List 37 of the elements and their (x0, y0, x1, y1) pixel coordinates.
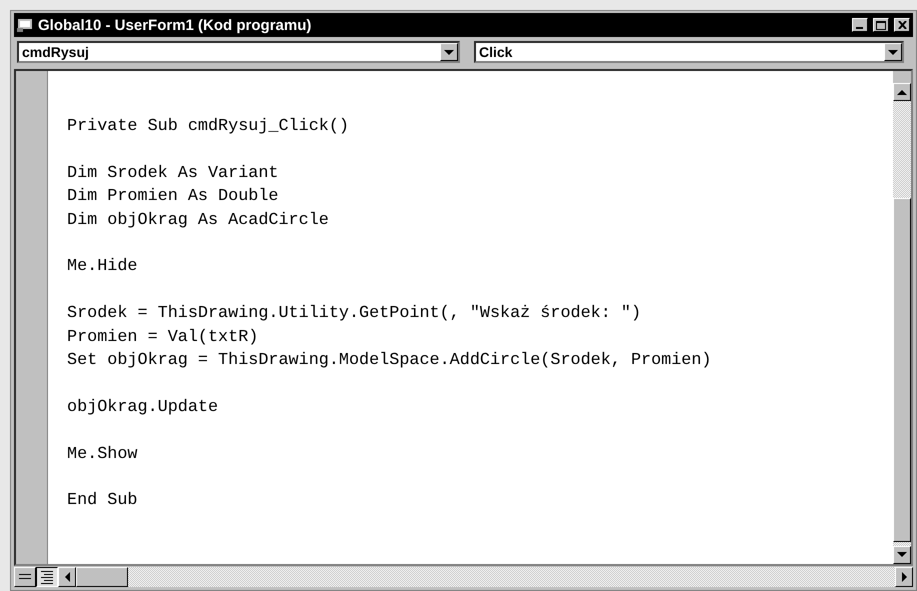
close-button[interactable] (894, 18, 910, 32)
scroll-left-button[interactable] (58, 567, 76, 587)
procedure-view-icon (18, 574, 32, 580)
window-title: Global10 - UserForm1 (Kod programu) (38, 16, 312, 34)
procedure-dropdown[interactable]: Click (474, 41, 904, 63)
scroll-down-button[interactable] (893, 546, 911, 564)
scroll-thumb[interactable] (893, 198, 911, 542)
horizontal-scroll-thumb[interactable] (76, 567, 128, 587)
down-arrow-icon (897, 552, 907, 558)
code-line: Dim objOkrag As AcadCircle (67, 210, 330, 232)
caret-icon (444, 50, 454, 54)
scroll-up-button[interactable] (893, 83, 911, 101)
object-dropdown[interactable]: cmdRysuj (17, 41, 460, 63)
vertical-scrollbar[interactable] (893, 71, 911, 564)
code-line: Set objOkrag = ThisDrawing.ModelSpace.AddCircle(Srodek, Promien) (67, 350, 713, 372)
right-arrow-icon (902, 572, 906, 582)
code-line: Srodek = ThisDrawing.Utility.GetPoint(, "Wskaż środek: ") (67, 303, 642, 326)
code-line: Me.Show (67, 444, 138, 466)
code-line: objOkrag.Update (67, 396, 220, 419)
code-line: Dim Srodek As Variant (67, 162, 280, 185)
code-line: Promien = Val(txtR) (67, 326, 260, 349)
code-line: Dim Promien As Double (67, 186, 280, 208)
caret-icon (888, 50, 898, 54)
maximize-button[interactable] (873, 18, 889, 32)
view-toggle-button[interactable] (36, 567, 58, 587)
code-line: Private Sub cmdRysuj_Click() (67, 116, 350, 138)
minimize-button[interactable] (852, 18, 868, 32)
window-icon (17, 18, 33, 32)
close-icon (898, 21, 906, 29)
maximize-icon (876, 20, 886, 30)
code-line: End Sub (67, 490, 138, 512)
module-view-icon (40, 570, 54, 584)
scroll-track (893, 542, 911, 546)
left-arrow-icon (64, 572, 70, 582)
up-arrow-icon (897, 90, 907, 94)
code-line: Me.Hide (67, 256, 138, 278)
scroll-right-button[interactable] (895, 567, 913, 587)
